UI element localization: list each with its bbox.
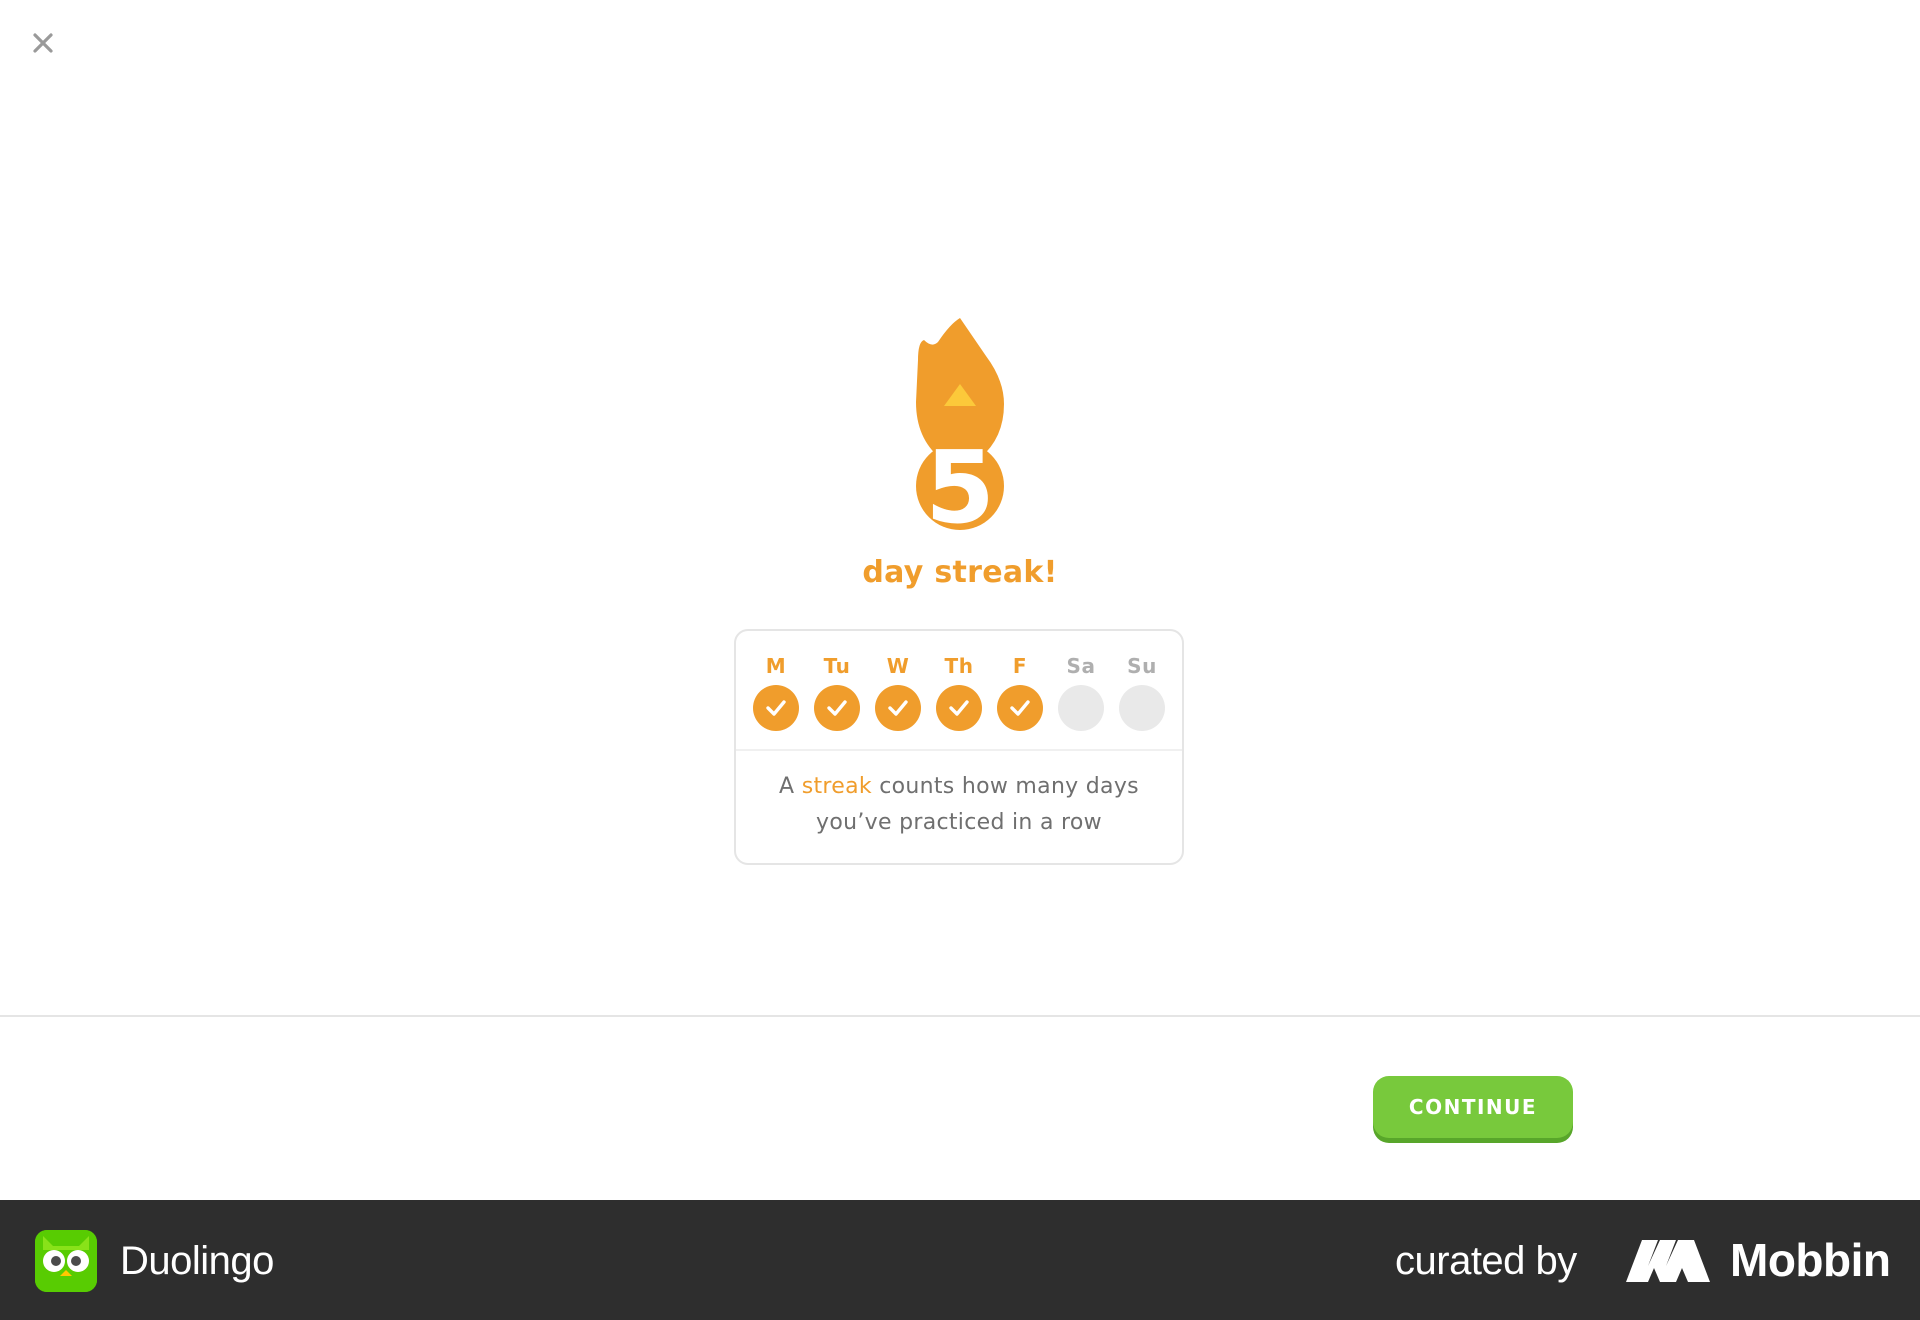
check-icon — [827, 700, 847, 716]
day-monday: M — [753, 651, 799, 749]
day-completed-badge — [936, 685, 982, 731]
close-icon — [33, 33, 53, 53]
streak-label: day streak! — [862, 555, 1058, 590]
check-icon — [949, 700, 969, 716]
description-line-2: you’ve practiced in a row — [816, 810, 1102, 835]
day-empty-badge — [1119, 685, 1165, 731]
week-card: M Tu W Th F Sa Su A streak counts how ma… — [734, 629, 1184, 865]
mobbin-brand: Mobbin — [1730, 1234, 1891, 1286]
day-tuesday: Tu — [814, 651, 860, 749]
description-prefix: A — [779, 774, 802, 799]
close-button[interactable] — [24, 24, 62, 62]
day-label: Sa — [1066, 654, 1096, 678]
streak-description: A streak counts how many days you’ve pra… — [736, 751, 1182, 841]
description-highlight: streak — [801, 774, 872, 799]
day-label: W — [886, 654, 910, 678]
check-icon — [766, 700, 786, 716]
day-wednesday: W — [875, 651, 921, 749]
day-label: Su — [1127, 654, 1157, 678]
day-completed-badge — [997, 685, 1043, 731]
mobbin-logo-icon — [1626, 1240, 1710, 1282]
curated-by-text: curated by — [1395, 1239, 1577, 1283]
week-days: M Tu W Th F Sa Su — [736, 631, 1182, 751]
day-sunday: Su — [1119, 651, 1165, 749]
check-icon — [888, 700, 908, 716]
streak-flame: 5 — [880, 310, 1040, 550]
streak-count: 5 — [925, 429, 995, 546]
check-icon — [1010, 700, 1030, 716]
day-empty-badge — [1058, 685, 1104, 731]
footer-divider — [0, 1015, 1920, 1017]
day-friday: F — [997, 651, 1043, 749]
day-completed-badge — [814, 685, 860, 731]
attribution-footer: Duolingo curated by Mobbin — [0, 1200, 1920, 1320]
continue-button[interactable]: CONTINUE — [1373, 1076, 1573, 1138]
day-thursday: Th — [936, 651, 982, 749]
flame-icon: 5 — [916, 318, 1004, 546]
owl-icon — [35, 1230, 97, 1292]
duolingo-logo — [35, 1230, 97, 1292]
day-label: M — [765, 654, 787, 678]
day-saturday: Sa — [1058, 651, 1104, 749]
day-label: F — [1012, 654, 1028, 678]
day-completed-badge — [875, 685, 921, 731]
description-line-1: A streak counts how many days — [736, 769, 1182, 805]
app-name: Duolingo — [120, 1239, 274, 1283]
day-label: Tu — [823, 654, 851, 678]
day-completed-badge — [753, 685, 799, 731]
description-rest: counts how many days — [871, 774, 1139, 799]
day-label: Th — [944, 654, 974, 678]
